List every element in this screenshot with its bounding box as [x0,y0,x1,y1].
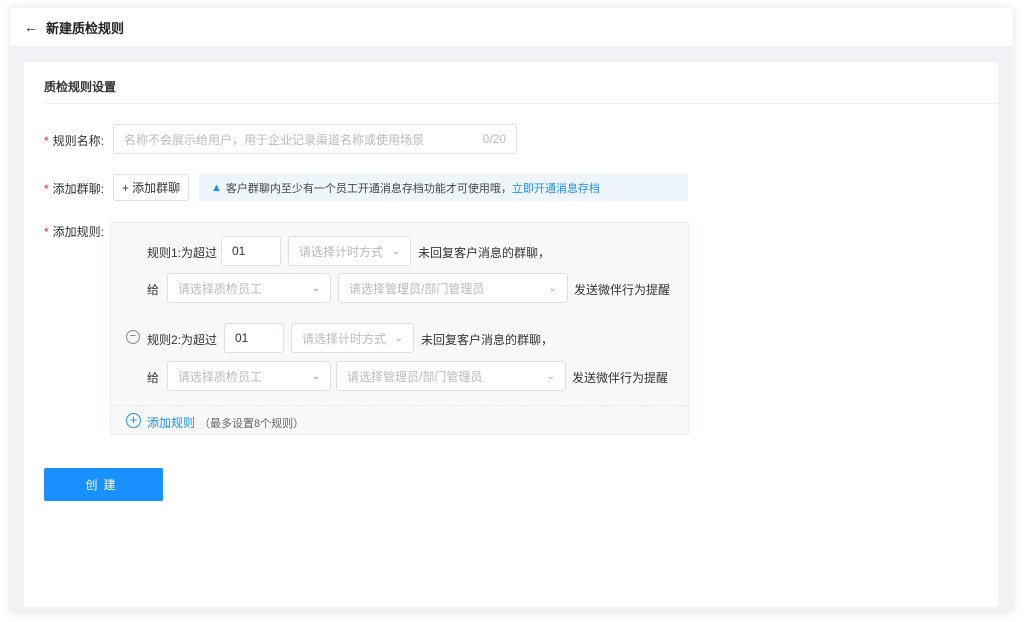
add-group-label: * 添加群聊: [44,182,105,196]
add-circle-icon[interactable]: + [126,413,141,428]
rule-2-action: 发送微伴行为提醒 [572,371,669,385]
rules-box: 规则1:为超过 01 请选择计时方式 ⌄ 未回复客户消息的群聊， 给 请选择质检员… [110,222,689,435]
rule-name-input[interactable]: 名称不会展示给用户，用于企业记录渠道名称或使用场景 0/20 [113,124,517,154]
form-card: 质检规则设置 * 规则名称: 名称不会展示给用户，用于企业记录渠道名称或使用场景 … [24,62,998,607]
add-group-button[interactable]: + 添加群聊 [113,174,189,201]
rule-1-admin-select[interactable]: 请选择管理员/部门管理员 ⌄ [338,273,568,303]
divider [44,103,998,104]
chevron-down-icon: ⌄ [311,282,320,294]
info-tip: ▲ 客户群聊内至少有一个员工开通消息存档功能才可使用哦， 立即开通消息存档 [199,174,688,201]
add-rule-link[interactable]: 添加规则 [147,414,195,431]
divider [111,405,688,406]
page-title: 新建质检规则 [46,20,125,36]
page-header: ← 新建质检规则 [10,8,1013,46]
add-rule-hint: （最多设置8个规则） [199,418,305,430]
chevron-down-icon: ⌄ [548,282,557,294]
rule-2-staff-select[interactable]: 请选择质检员工 ⌄ [167,361,331,391]
chevron-down-icon: ⌄ [311,370,320,382]
chevron-down-icon: ⌄ [391,245,400,257]
rule-1-timing-select[interactable]: 请选择计时方式 ⌄ [288,236,411,266]
tip-text: 客户群聊内至少有一个员工开通消息存档功能才可使用哦， [225,182,512,195]
rule-name-label: * 规则名称: [44,134,105,148]
remove-rule-icon[interactable]: − [126,330,140,344]
rule-2-suffix: 未回复客户消息的群聊， [421,333,554,347]
rule-name-placeholder: 名称不会展示给用户，用于企业记录渠道名称或使用场景 [124,132,425,147]
rule-1-give: 给 [147,283,160,297]
rule-1-suffix: 未回复客户消息的群聊， [418,246,551,260]
window: ← 新建质检规则 质检规则设置 * 规则名称: 名称不会展示给用户，用于企业记录渠… [10,8,1013,612]
rule-2-timing-select[interactable]: 请选择计时方式 ⌄ [291,323,414,353]
rule-1-prefix: 规则1:为超过 [147,246,218,260]
back-arrow-icon[interactable]: ← [24,19,38,35]
rule-2-admin-select[interactable]: 请选择管理员/部门管理员 ⌄ [336,361,566,391]
bell-icon: ▲ [211,181,222,194]
rule-1-value-input[interactable]: 01 [221,236,281,266]
rule-1-action: 发送微伴行为提醒 [574,283,671,297]
chevron-down-icon: ⌄ [546,370,555,382]
enable-archive-link[interactable]: 立即开通消息存档 [512,180,600,196]
chevron-down-icon: ⌄ [394,332,403,344]
rule-2-prefix: 规则2:为超过 [147,333,218,347]
rule-2-give: 给 [147,371,160,385]
section-title: 质检规则设置 [44,80,117,94]
rule-1-staff-select[interactable]: 请选择质检员工 ⌄ [167,273,331,303]
char-count: 0/20 [482,132,506,146]
create-button[interactable]: 创建 [44,468,163,501]
add-rules-label: * 添加规则: [44,225,105,239]
rule-2-value-input[interactable]: 01 [224,323,284,353]
